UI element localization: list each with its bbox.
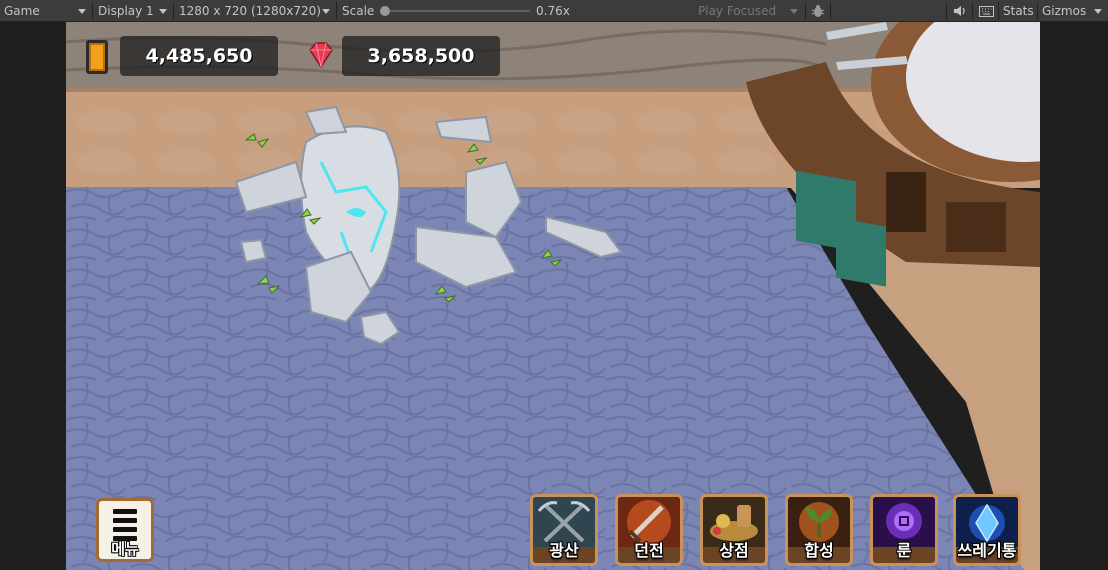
gizmos-label: Gizmos: [1042, 4, 1087, 18]
gold-counter: 4,485,650: [120, 36, 278, 76]
separator: [336, 2, 337, 20]
mine-label: 광산: [549, 541, 579, 560]
synthesis-label: 합성: [804, 541, 834, 560]
scale-slider-track[interactable]: [384, 10, 530, 12]
game-viewport[interactable]: 4,485,650 3,658,500 메뉴 광산 던전 상점 합성 룬 쓰레기: [66, 22, 1040, 570]
display-label: Display 1: [98, 4, 154, 18]
resolution-label: 1280 x 720 (1280x720): [179, 4, 321, 18]
separator: [972, 2, 973, 20]
keyboard-icon[interactable]: [978, 0, 994, 22]
display-dropdown[interactable]: Display 1: [98, 0, 170, 22]
chevron-down-icon: [159, 9, 167, 14]
rune-label: 룬: [896, 541, 912, 560]
separator: [92, 2, 93, 20]
shop-label: 상점: [719, 541, 749, 560]
gold-card-icon: [86, 40, 108, 74]
scale-value: 0.76x: [536, 4, 570, 18]
rune-button[interactable]: 룬: [870, 494, 938, 566]
ruby-gem-icon: [306, 40, 336, 70]
play-mode-label: Play Focused: [698, 4, 777, 18]
game-view-toolbar: Game Display 1 1280 x 720 (1280x720) Sca…: [0, 0, 1108, 22]
bug-icon[interactable]: [809, 0, 827, 22]
separator: [830, 2, 831, 20]
trash-button[interactable]: 쓰레기통: [953, 494, 1021, 566]
stats-toggle[interactable]: Stats: [1003, 0, 1034, 22]
chevron-down-icon: [78, 9, 86, 14]
separator: [998, 2, 999, 20]
mine-button[interactable]: 광산: [530, 494, 598, 566]
view-mode-label: Game: [4, 4, 40, 18]
play-mode-dropdown[interactable]: Play Focused: [698, 0, 802, 22]
resolution-dropdown[interactable]: 1280 x 720 (1280x720): [179, 0, 333, 22]
speaker-icon[interactable]: [952, 0, 968, 22]
chevron-down-icon: [1094, 9, 1102, 14]
menu-button[interactable]: 메뉴: [96, 498, 154, 562]
scale-label: Scale: [342, 4, 375, 18]
scale-slider-handle[interactable]: [380, 6, 390, 16]
menu-label: 메뉴: [111, 540, 139, 558]
game-scene: [66, 22, 1040, 570]
separator: [946, 2, 947, 20]
dungeon-button[interactable]: 던전: [615, 494, 683, 566]
separator: [1037, 2, 1038, 20]
gem-counter: 3,658,500: [342, 36, 500, 76]
synthesis-button[interactable]: 합성: [785, 494, 853, 566]
separator: [805, 2, 806, 20]
separator: [173, 2, 174, 20]
chevron-down-icon: [322, 9, 330, 14]
gizmos-dropdown[interactable]: Gizmos: [1042, 0, 1104, 22]
dungeon-label: 던전: [634, 541, 664, 560]
trash-label: 쓰레기통: [957, 541, 1017, 560]
view-mode-dropdown[interactable]: Game: [4, 0, 88, 22]
chevron-down-icon: [790, 9, 798, 14]
shop-button[interactable]: 상점: [700, 494, 768, 566]
